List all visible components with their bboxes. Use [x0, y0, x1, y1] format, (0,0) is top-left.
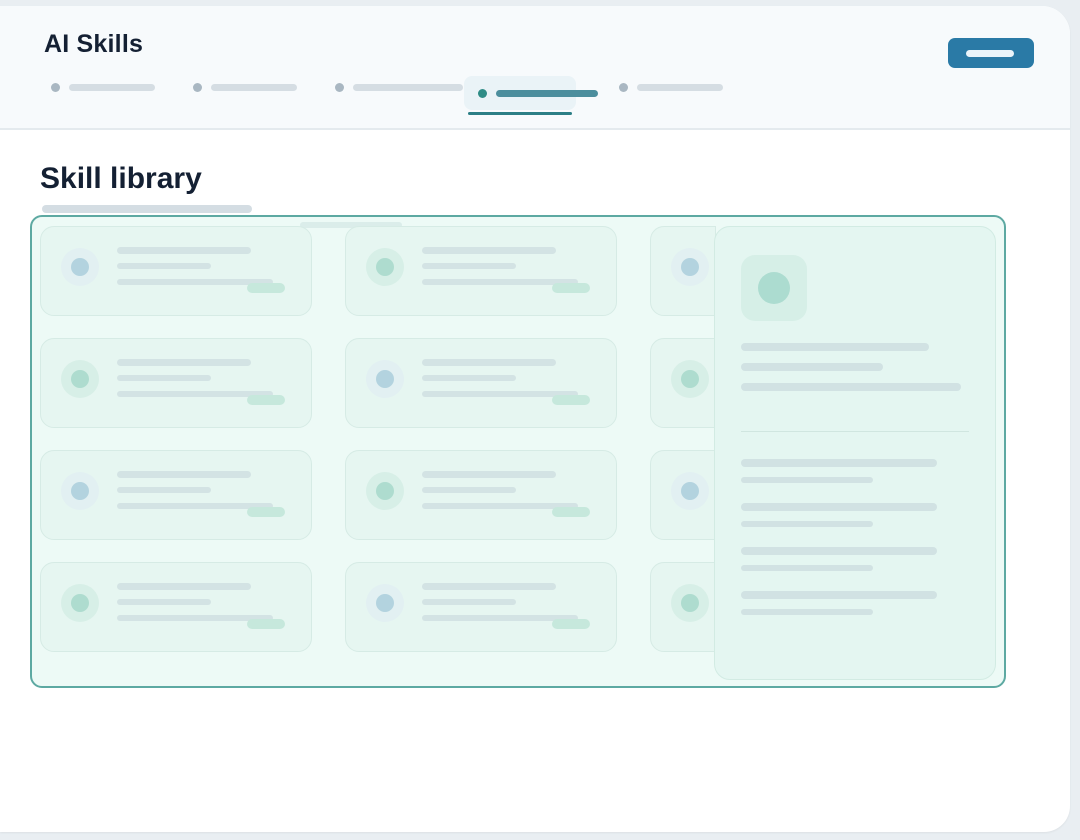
tab-label-placeholder	[637, 84, 723, 91]
skill-icon	[366, 248, 404, 286]
skill-tag	[552, 619, 590, 629]
tab-5[interactable]	[613, 72, 733, 100]
detail-row-placeholder	[741, 565, 873, 571]
skill-tag	[247, 619, 285, 629]
detail-row-placeholder	[741, 547, 937, 555]
detail-row-placeholder	[741, 459, 937, 467]
skill-card[interactable]	[40, 226, 312, 316]
skill-icon	[671, 248, 709, 286]
skill-tag	[552, 507, 590, 517]
detail-subtitle-placeholder	[741, 363, 883, 371]
page-subtitle-placeholder	[42, 205, 252, 213]
app-title: AI Skills	[44, 30, 144, 58]
detail-row-placeholder	[741, 591, 937, 599]
skill-icon	[61, 584, 99, 622]
skill-avatar-icon	[741, 255, 807, 321]
skill-card[interactable]	[650, 562, 716, 652]
tab-label-placeholder	[69, 84, 155, 91]
skill-icon	[366, 360, 404, 398]
tab-4-active[interactable]	[464, 76, 598, 110]
skill-icon	[61, 472, 99, 510]
tab-dot-icon	[619, 83, 628, 92]
skill-icon	[671, 360, 709, 398]
skill-card[interactable]	[345, 338, 617, 428]
page-title: Skill library	[40, 162, 202, 195]
skill-card[interactable]	[650, 338, 716, 428]
skill-card[interactable]	[650, 226, 716, 316]
tab-label-placeholder	[496, 90, 598, 97]
button-label-placeholder	[966, 50, 1014, 57]
skill-icon	[61, 248, 99, 286]
skill-icon	[61, 360, 99, 398]
detail-row-placeholder	[741, 609, 873, 615]
tab-dot-icon	[335, 83, 344, 92]
skill-detail-panel	[714, 226, 996, 680]
skill-icon	[671, 584, 709, 622]
skill-card[interactable]	[345, 450, 617, 540]
tab-2[interactable]	[187, 72, 307, 100]
skill-tag	[247, 283, 285, 293]
skill-card[interactable]	[650, 450, 716, 540]
detail-row-placeholder	[741, 477, 873, 483]
detail-row-placeholder	[741, 503, 937, 511]
app-window: AI Skills Skill library	[0, 6, 1070, 832]
skill-icon	[366, 472, 404, 510]
tab-dot-icon	[193, 83, 202, 92]
skill-icon	[366, 584, 404, 622]
detail-description-placeholder	[741, 383, 961, 391]
tab-3[interactable]	[329, 72, 465, 100]
detail-title-placeholder	[741, 343, 929, 351]
tab-label-placeholder	[211, 84, 297, 91]
skill-card[interactable]	[40, 450, 312, 540]
skill-tag	[247, 395, 285, 405]
skill-card[interactable]	[40, 562, 312, 652]
skill-card[interactable]	[40, 338, 312, 428]
skill-tag	[247, 507, 285, 517]
tab-dot-icon	[51, 83, 60, 92]
primary-action-button[interactable]	[948, 38, 1034, 68]
skill-icon	[671, 472, 709, 510]
skill-card[interactable]	[345, 562, 617, 652]
divider	[741, 431, 969, 432]
tab-label-placeholder	[353, 84, 463, 91]
tab-dot-icon	[478, 89, 487, 98]
app-header: AI Skills	[0, 6, 1070, 130]
skill-card[interactable]	[345, 226, 617, 316]
skill-tag	[552, 283, 590, 293]
active-tab-indicator	[468, 112, 572, 115]
detail-row-placeholder	[741, 521, 873, 527]
skill-tag	[552, 395, 590, 405]
tab-1[interactable]	[45, 72, 165, 100]
